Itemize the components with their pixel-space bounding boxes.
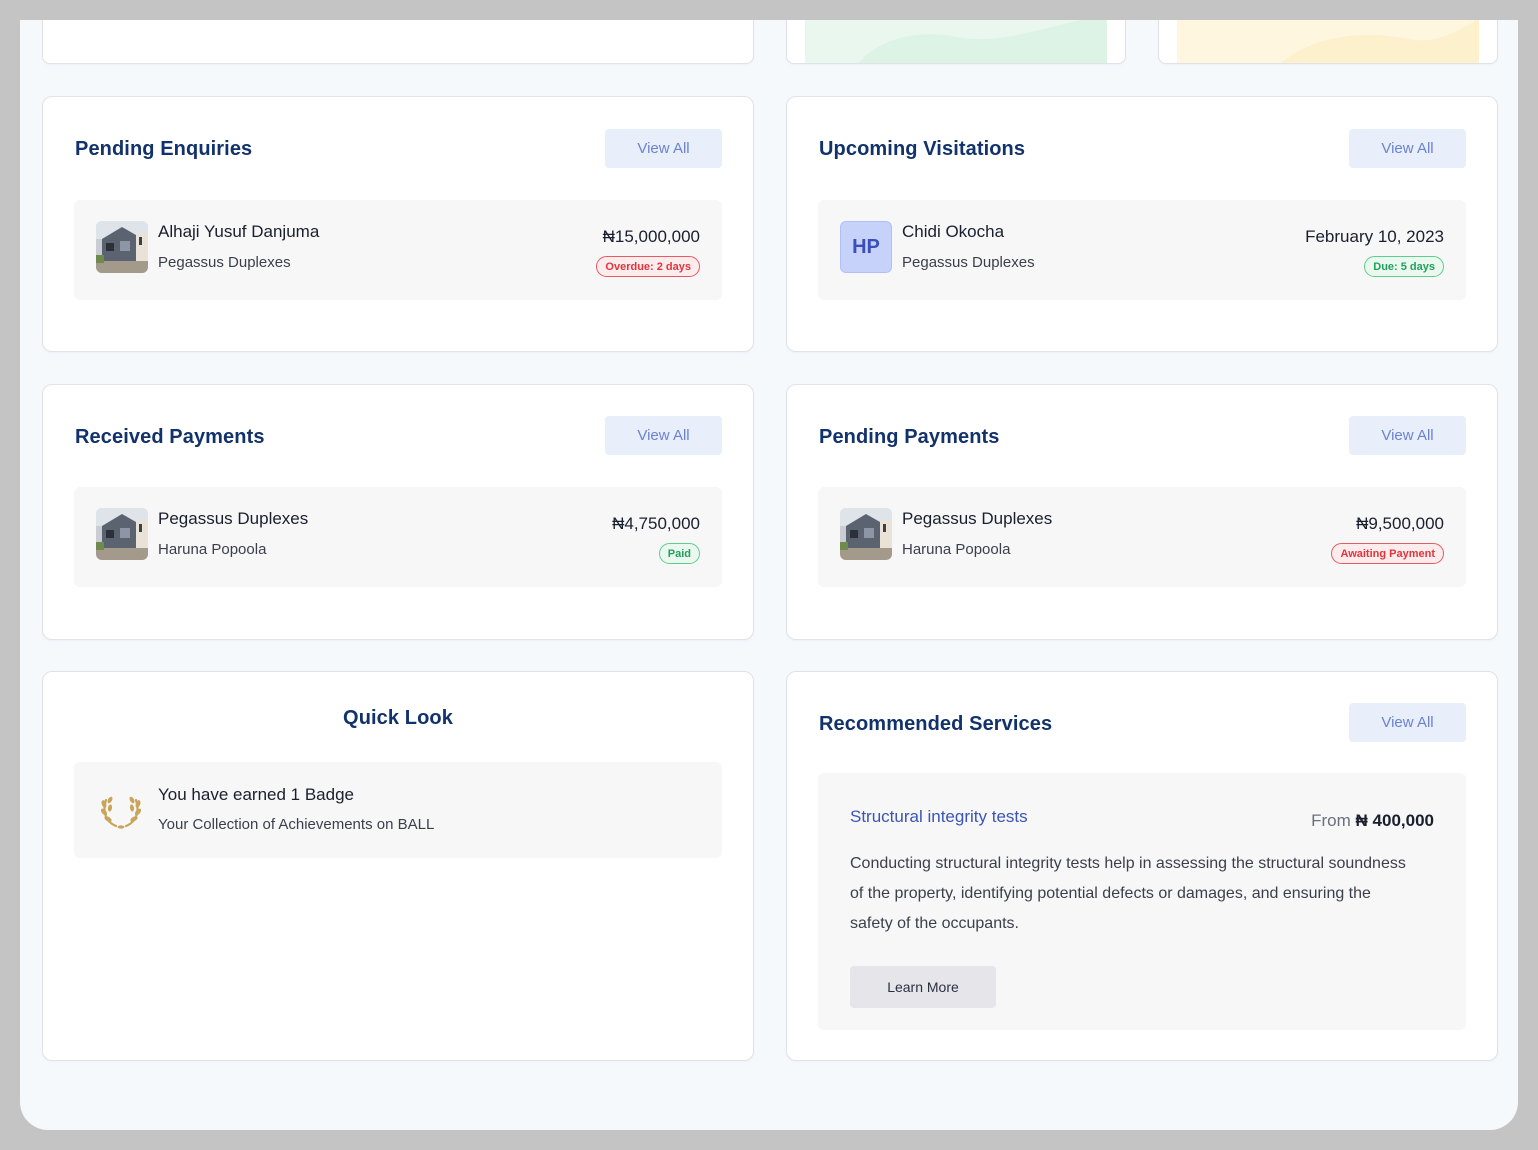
green-wave-decoration xyxy=(805,20,1107,63)
laurel-wreath-icon xyxy=(98,786,144,832)
status-badge: Overdue: 2 days xyxy=(596,256,700,277)
list-item[interactable]: Pegassus Duplexes Haruna Popoola ₦4,750,… xyxy=(74,487,722,587)
payment-amount: ₦4,750,000 xyxy=(612,514,700,533)
yellow-wave-decoration xyxy=(1177,20,1479,63)
list-item[interactable]: Alhaji Yusuf Danjuma Pegassus Duplexes ₦… xyxy=(74,200,722,300)
upcoming-visitations-view-all-button[interactable]: View All xyxy=(1349,129,1466,168)
pending-payments-card: Pending Payments View All Pegassus Duple… xyxy=(786,384,1498,640)
stat-card-yellow-partial xyxy=(1158,20,1498,64)
status-badge: Paid xyxy=(658,543,700,564)
learn-more-button[interactable]: Learn More xyxy=(850,966,996,1008)
recommended-services-view-all-button[interactable]: View All xyxy=(1349,703,1466,742)
service-name[interactable]: Structural integrity tests xyxy=(850,807,1028,827)
house-thumbnail-icon xyxy=(96,508,148,560)
avatar: HP xyxy=(840,221,892,273)
house-thumbnail-icon xyxy=(96,221,148,273)
pending-payments-view-all-button[interactable]: View All xyxy=(1349,416,1466,455)
stat-card-partial xyxy=(42,20,754,64)
payer-name: Haruna Popoola xyxy=(902,541,1011,558)
enquiry-amount: ₦15,000,000 xyxy=(602,227,700,246)
property-name: Pegassus Duplexes xyxy=(902,509,1053,528)
received-payments-title: Received Payments xyxy=(75,426,265,448)
achievement-item[interactable]: You have earned 1 Badge Your Collection … xyxy=(74,762,722,858)
list-item[interactable]: Pegassus Duplexes Haruna Popoola ₦9,500,… xyxy=(818,487,1466,587)
property-name: Pegassus Duplexes xyxy=(158,254,291,271)
service-price: From ₦ 400,000 xyxy=(1311,811,1434,831)
pending-enquiries-card: Pending Enquiries View All Alhaji Yusuf … xyxy=(42,96,754,352)
quick-look-title: Quick Look xyxy=(343,707,453,729)
enquirer-name: Alhaji Yusuf Danjuma xyxy=(158,222,320,241)
service-description: Conducting structural integrity tests he… xyxy=(850,855,1406,932)
list-item[interactable]: HP Chidi Okocha Pegassus Duplexes Februa… xyxy=(818,200,1466,300)
price-amount: ₦ 400,000 xyxy=(1355,811,1434,830)
received-payments-view-all-button[interactable]: View All xyxy=(605,416,722,455)
upcoming-visitations-title: Upcoming Visitations xyxy=(819,138,1026,160)
dashboard-viewport: Pending Enquiries View All Alhaji Yusuf … xyxy=(20,20,1518,1130)
service-panel: Structural integrity tests From ₦ 400,00… xyxy=(818,773,1466,1030)
recommended-services-title: Recommended Services xyxy=(819,713,1053,735)
received-payments-card: Received Payments View All Pegassus Dupl… xyxy=(42,384,754,640)
payment-amount: ₦9,500,000 xyxy=(1356,514,1444,533)
quick-look-card: Quick Look You have earned 1 Badge Your … xyxy=(42,671,754,1061)
badge-earned-subtitle: Your Collection of Achievements on BALL xyxy=(158,816,435,833)
house-thumbnail-icon xyxy=(840,508,892,560)
property-name: Pegassus Duplexes xyxy=(902,254,1035,271)
stat-card-green-partial xyxy=(786,20,1126,64)
pending-enquiries-title: Pending Enquiries xyxy=(75,138,253,160)
recommended-services-card: Recommended Services View All Structural… xyxy=(786,671,1498,1061)
badge-earned-title: You have earned 1 Badge xyxy=(158,785,354,804)
upcoming-visitations-card: Upcoming Visitations View All HP Chidi O… xyxy=(786,96,1498,352)
payer-name: Haruna Popoola xyxy=(158,541,267,558)
visitation-date: February 10, 2023 xyxy=(1305,227,1444,246)
pending-payments-title: Pending Payments xyxy=(819,426,1000,448)
price-prefix: From xyxy=(1311,811,1351,830)
status-badge: Awaiting Payment xyxy=(1331,543,1444,564)
property-name: Pegassus Duplexes xyxy=(158,509,309,528)
pending-enquiries-view-all-button[interactable]: View All xyxy=(605,129,722,168)
status-badge: Due: 5 days xyxy=(1364,256,1444,277)
visitor-name: Chidi Okocha xyxy=(902,222,1005,241)
